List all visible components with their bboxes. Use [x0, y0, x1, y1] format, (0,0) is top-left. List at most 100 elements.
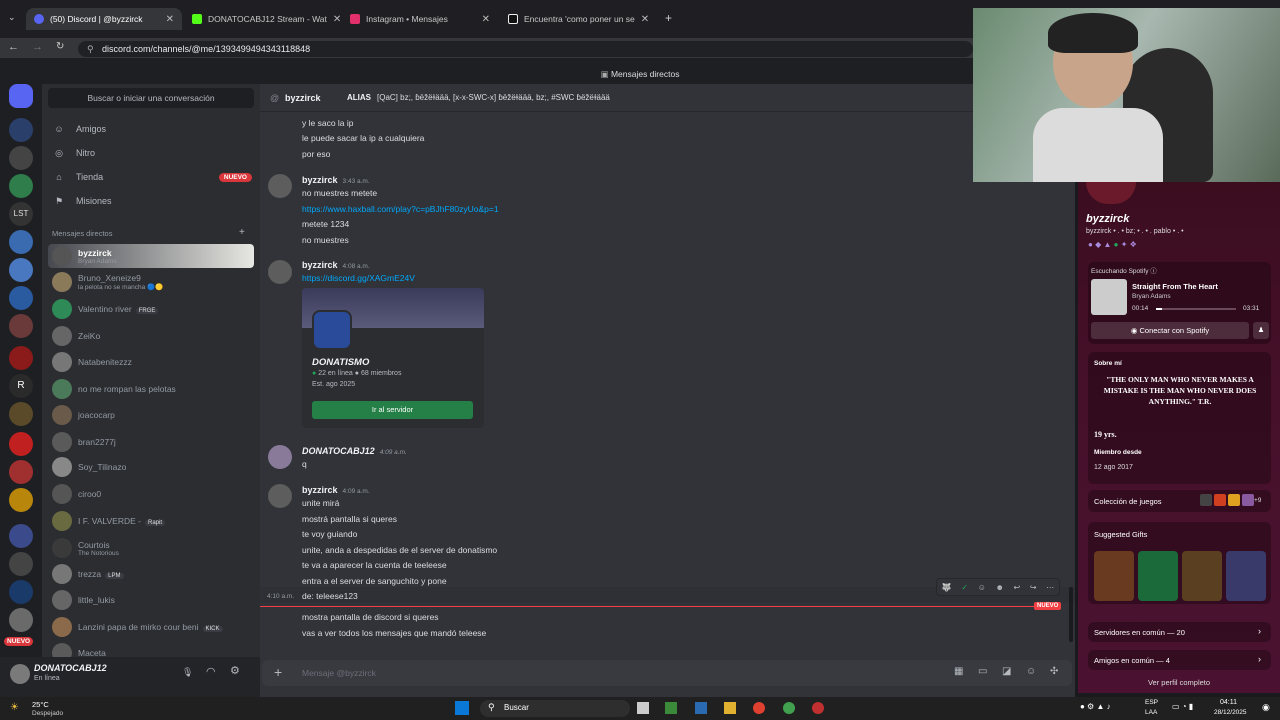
server-icon[interactable]	[9, 286, 33, 310]
create-dm-icon[interactable]: +	[239, 227, 245, 238]
dm-item[interactable]: Natabenitezzz	[48, 350, 254, 374]
connect-spotify-button[interactable]: ◉ Conectar con Spotify	[1091, 322, 1249, 339]
message-author[interactable]: DONATOCABJ12 4:09 a.m.	[302, 446, 407, 456]
gif-icon[interactable]: ▭	[978, 666, 987, 677]
game-icon[interactable]	[1200, 494, 1212, 506]
mutual-servers-row[interactable]: Servidores en común — 20 ›	[1088, 622, 1271, 642]
message-composer[interactable]: + Mensaje @byzzirck ▦ ▭ ◪ ☺ ✣	[262, 660, 1072, 686]
notifications-icon[interactable]: ◉	[1262, 702, 1270, 713]
obs-icon[interactable]	[812, 702, 824, 714]
weather-icon[interactable]: ☀	[10, 702, 19, 713]
dm-item[interactable]: byzzirck Bryan Adams	[48, 244, 254, 268]
server-icon[interactable]	[9, 552, 33, 576]
server-icon[interactable]	[9, 580, 33, 604]
join-server-button[interactable]: Ir al servidor	[312, 401, 473, 419]
headphones-icon[interactable]: ◠	[206, 665, 216, 678]
back-icon[interactable]: ←	[8, 41, 19, 53]
avatar[interactable]	[268, 174, 292, 198]
badge-icon[interactable]: ❖	[1130, 240, 1137, 249]
forward-icon[interactable]: ↪	[1030, 583, 1037, 592]
badge-icon[interactable]: ●	[1114, 240, 1119, 249]
view-full-profile-link[interactable]: Ver perfil completo	[1078, 678, 1280, 687]
taskbar-search[interactable]: ⚲ Buscar	[480, 700, 630, 717]
gift-item[interactable]	[1138, 551, 1178, 601]
windows-start-icon[interactable]	[455, 701, 469, 715]
tab-kick[interactable]: DONATOCABJ12 Stream - Wat ✕	[184, 8, 340, 30]
task-view-icon[interactable]	[637, 702, 649, 714]
tab-tiktok[interactable]: Encuentra 'como poner un se ✕	[500, 8, 656, 30]
server-icon[interactable]	[9, 230, 33, 254]
close-tab-icon[interactable]: ✕	[641, 14, 649, 25]
close-tab-icon[interactable]: ✕	[482, 14, 490, 25]
new-tab-icon[interactable]: +	[665, 11, 672, 25]
server-icon[interactable]	[9, 174, 33, 198]
gift-icon[interactable]: ▦	[954, 666, 963, 677]
game-collection-row[interactable]: Colección de juegos +9	[1088, 490, 1271, 512]
server-icon[interactable]	[9, 402, 33, 426]
message-author[interactable]: byzzirck 4:09 a.m.	[302, 485, 370, 495]
dm-item[interactable]: no me rompan las pelotas	[48, 377, 254, 401]
more-icon[interactable]: ⋯	[1046, 583, 1054, 592]
emoji-icon[interactable]: ☺	[1026, 666, 1036, 677]
network-sound-icons[interactable]: ▭ ◔ ▮	[1172, 702, 1193, 711]
message-list[interactable]: y le saco la ip le puede sacar la ip a c…	[260, 112, 1075, 657]
dm-item[interactable]: joacocarp	[48, 403, 254, 427]
info-icon[interactable]: ⓘ	[1150, 268, 1157, 275]
song-title[interactable]: Straight From The Heart	[1132, 282, 1218, 291]
dm-search-button[interactable]: Buscar o iniciar una conversación	[48, 88, 254, 108]
tab-discord[interactable]: (50) Discord | @byzzirck ✕	[26, 8, 182, 30]
nav-shop[interactable]: ⌂ Tienda NUEVO	[52, 166, 252, 188]
message-link[interactable]: https://discord.gg/XAGmE24V	[302, 273, 415, 283]
emoji-reaction-icon[interactable]: ☺	[978, 583, 986, 592]
server-icon[interactable]	[9, 258, 33, 282]
site-info-icon[interactable]: ⚲	[87, 41, 94, 57]
reaction-icon[interactable]: 🐺	[942, 583, 952, 592]
server-icon[interactable]	[9, 314, 33, 338]
discord-home-icon[interactable]	[9, 84, 33, 108]
clock-time[interactable]: 04:11	[1220, 699, 1237, 706]
server-icon[interactable]	[9, 524, 33, 548]
message-link[interactable]: https://www.haxball.com/play?c=pBJhF80zy…	[302, 204, 499, 214]
dm-item[interactable]: Courtois The Notorious	[48, 536, 254, 560]
message-author[interactable]: byzzirck 3:43 a.m.	[302, 175, 370, 185]
tray-icons[interactable]: ● ⚙ ▲ ♪	[1080, 702, 1111, 711]
message-author[interactable]: byzzirck 4:08 a.m.	[302, 260, 370, 270]
server-icon[interactable]: LST	[9, 202, 33, 226]
close-tab-icon[interactable]: ✕	[166, 14, 174, 25]
server-icon[interactable]	[9, 460, 33, 484]
scrollbar-thumb[interactable]	[1069, 587, 1073, 642]
server-icon[interactable]: R	[9, 374, 33, 398]
server-icon[interactable]	[9, 346, 33, 370]
mutual-friends-row[interactable]: Amigos en común — 4 ›	[1088, 650, 1271, 670]
game-icon[interactable]	[1242, 494, 1254, 506]
dm-item[interactable]: little_lukis	[48, 588, 254, 612]
avatar[interactable]	[10, 664, 30, 684]
check-reaction-icon[interactable]: ✓	[961, 583, 968, 592]
sticker-icon[interactable]: ◪	[1002, 666, 1011, 677]
server-icon[interactable]	[9, 118, 33, 142]
dm-item[interactable]: Valentino river FRGE	[48, 297, 254, 321]
clock-date[interactable]: 28/12/2025	[1214, 709, 1247, 716]
game-icon[interactable]	[1228, 494, 1240, 506]
dm-item[interactable]: ZeiKo	[48, 324, 254, 348]
server-icon[interactable]	[9, 608, 33, 632]
chat-recipient-name[interactable]: byzzirck	[285, 93, 321, 103]
app-icon[interactable]	[695, 702, 707, 714]
avatar[interactable]	[268, 260, 292, 284]
forward-icon[interactable]: →	[32, 41, 43, 53]
badge-icon[interactable]: ◆	[1095, 240, 1101, 249]
avatar[interactable]	[268, 445, 292, 469]
listen-along-icon[interactable]: ♟	[1253, 322, 1269, 339]
close-tab-icon[interactable]: ✕	[333, 14, 340, 25]
dm-item[interactable]: trezza LPM	[48, 562, 254, 586]
file-explorer-icon[interactable]	[724, 702, 736, 714]
keyboard-layout[interactable]: LAA	[1145, 709, 1157, 716]
chrome-icon[interactable]	[783, 702, 795, 714]
gift-item[interactable]	[1094, 551, 1134, 601]
nav-nitro[interactable]: ◎ Nitro	[52, 142, 252, 164]
tab-list-chevron-icon[interactable]: ⌄	[8, 12, 16, 23]
keyboard-language[interactable]: ESP	[1145, 699, 1158, 706]
tab-instagram[interactable]: Instagram • Mensajes ✕	[342, 8, 498, 30]
microphone-icon[interactable]: 🎙	[182, 667, 193, 678]
gift-item[interactable]	[1182, 551, 1222, 601]
